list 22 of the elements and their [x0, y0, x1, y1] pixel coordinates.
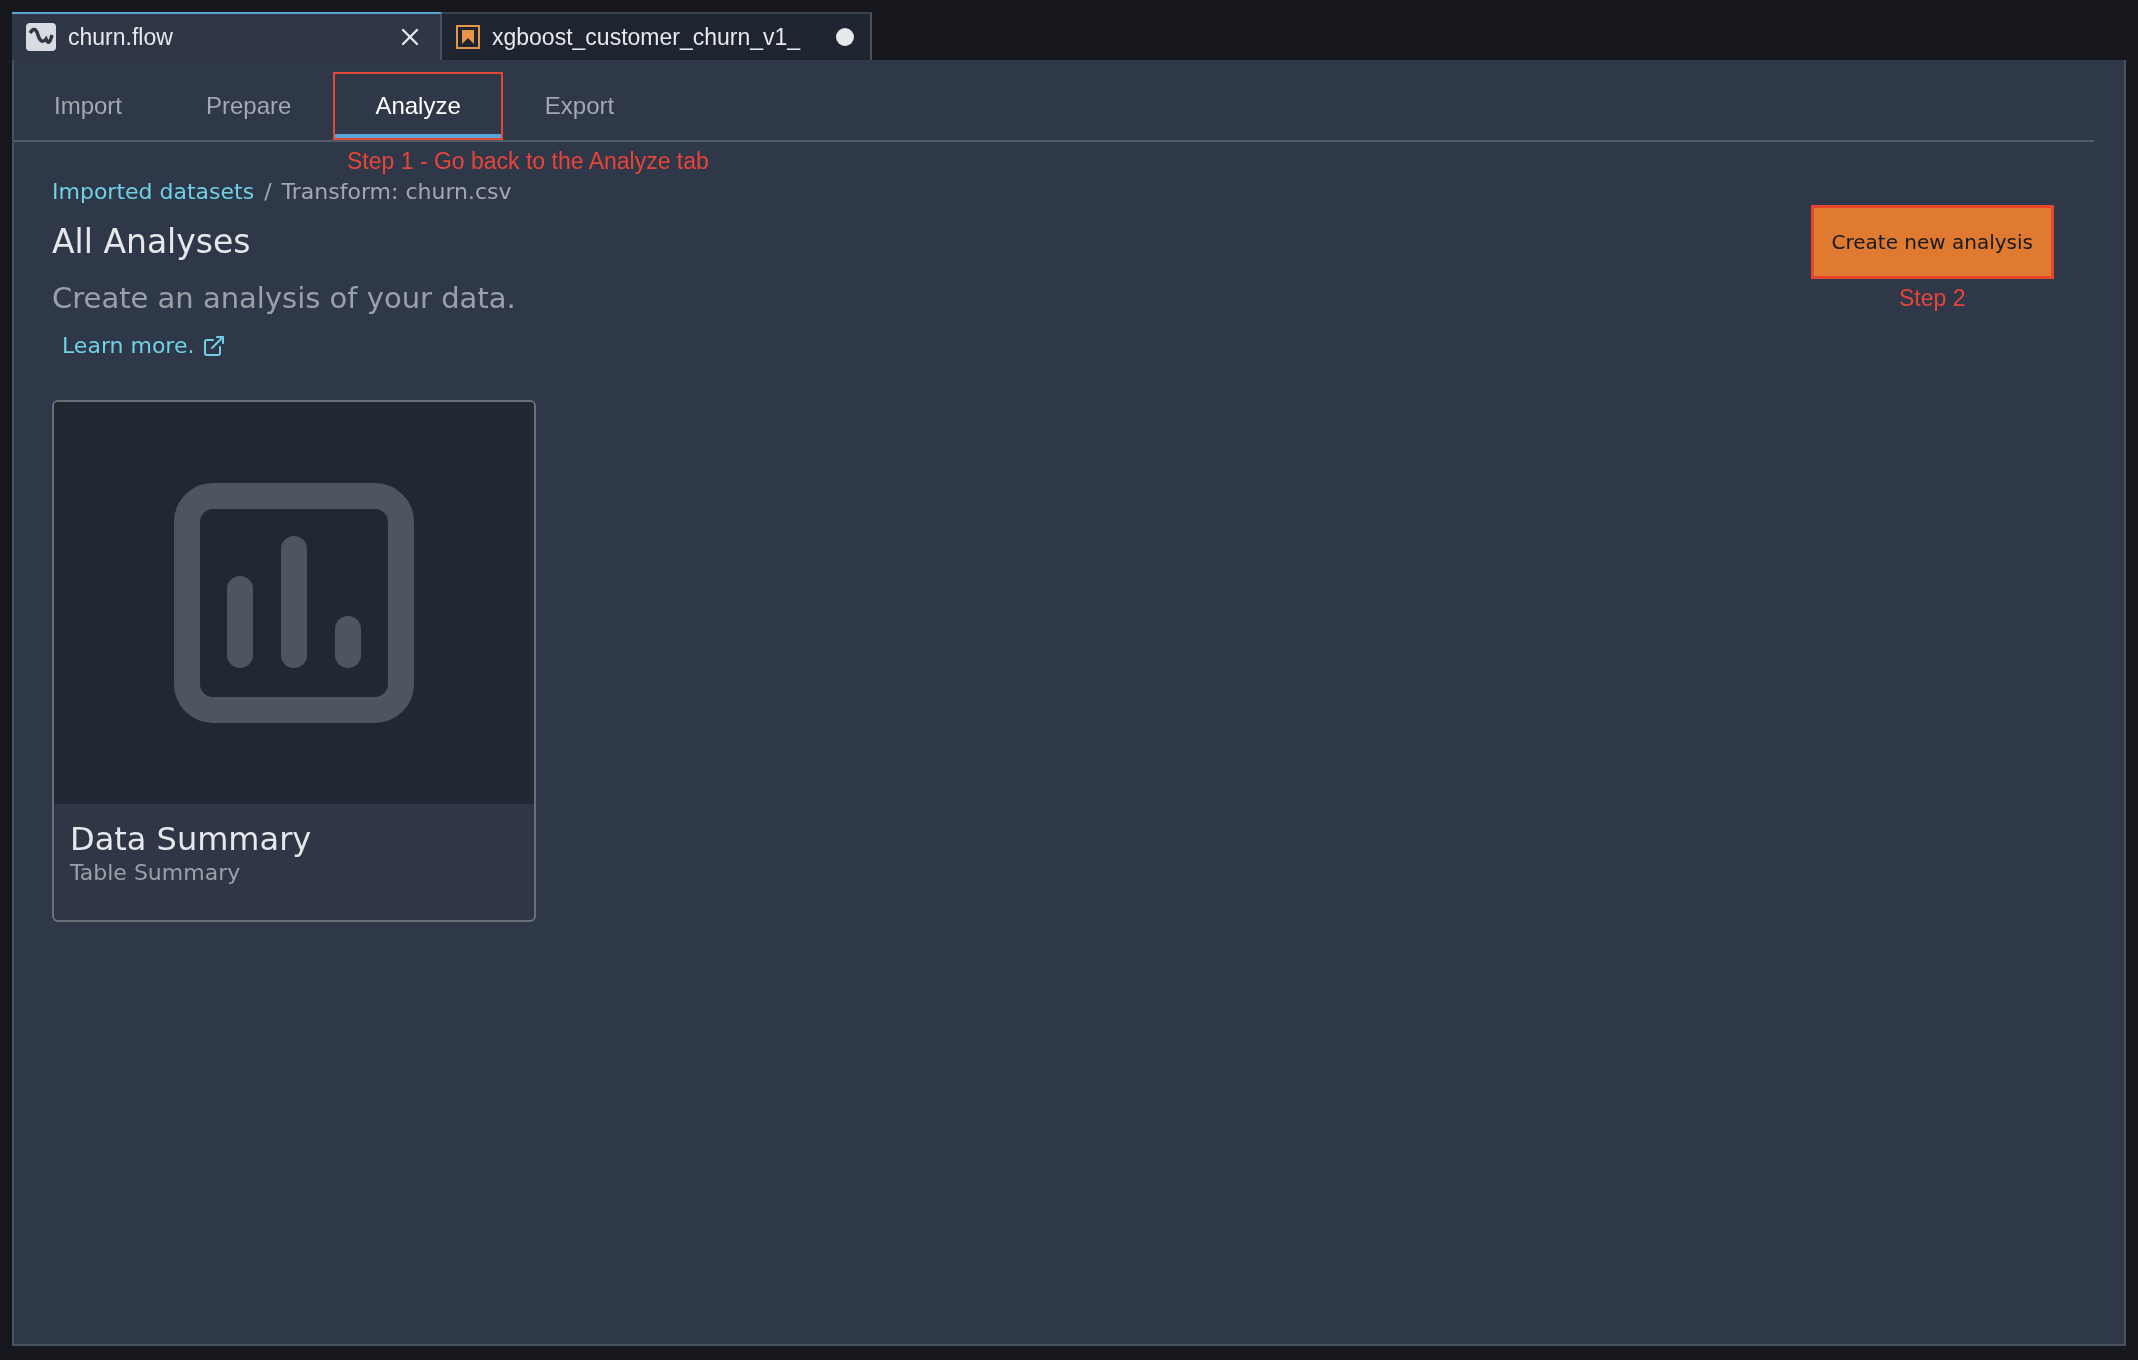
- nav-tab[interactable]: Import: [52, 72, 164, 140]
- annotation-text: Step 2: [1899, 285, 1966, 312]
- wave-icon: [26, 23, 56, 51]
- annotation-text: Step 1 - Go back to the Analyze tab: [347, 148, 710, 175]
- breadcrumb-link[interactable]: Imported datasets: [52, 179, 255, 204]
- editor-tab[interactable]: churn.flow: [12, 12, 442, 60]
- learn-more-link[interactable]: Learn more.: [62, 333, 227, 358]
- bar-chart-icon: [174, 483, 414, 723]
- breadcrumb-separator: /: [264, 179, 272, 204]
- page-title: All Analyses: [52, 222, 252, 261]
- breadcrumb-current: Transform: churn.csv: [281, 179, 512, 204]
- card-title: Data Summary: [70, 820, 313, 858]
- external-link-icon: [202, 333, 227, 358]
- nav-tab[interactable]: Prepare: [164, 72, 334, 140]
- bookmark-icon: [456, 25, 480, 49]
- create-analysis-button[interactable]: Create new analysis: [1810, 205, 2054, 279]
- analysis-card[interactable]: Data Summary Table Summary: [52, 400, 536, 922]
- editor-tab[interactable]: xgboost_customer_churn_v1_: [442, 12, 872, 60]
- nav-tab[interactable]: Analyze: [333, 72, 503, 140]
- page-subtitle: Create an analysis of your data.: [52, 281, 517, 315]
- nav-tab[interactable]: Export: [502, 72, 657, 140]
- card-subtitle: Table Summary: [70, 860, 242, 885]
